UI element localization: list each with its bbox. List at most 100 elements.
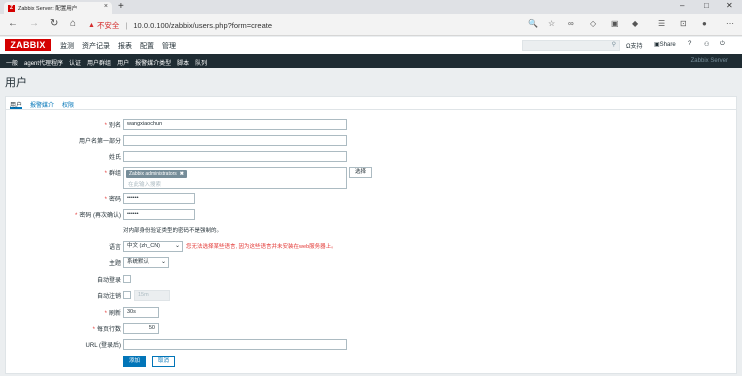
- back-icon[interactable]: ←: [8, 18, 18, 29]
- favorites-icon[interactable]: ☰: [658, 19, 665, 28]
- share-link[interactable]: ▣Share: [654, 41, 676, 48]
- more-icon[interactable]: ⋯: [726, 19, 734, 28]
- submenu-user-groups[interactable]: 用户群组: [87, 58, 111, 70]
- menu-configuration[interactable]: 配置: [140, 41, 154, 51]
- autologout-label: 自动注销: [96, 294, 121, 300]
- extension-color-icon[interactable]: ◆: [632, 19, 638, 28]
- password-input[interactable]: ••••••: [123, 193, 195, 204]
- reload-icon[interactable]: ↻: [50, 18, 58, 29]
- form-tabs: 用户 报警媒介 权限: [6, 97, 736, 110]
- favorite-star-icon[interactable]: ☆: [548, 19, 555, 28]
- zoom-icon[interactable]: 🔍: [528, 19, 538, 28]
- search-input[interactable]: ⚲: [522, 40, 620, 51]
- home-icon[interactable]: ⌂: [70, 18, 76, 29]
- submenu-proxies[interactable]: agent代理程序: [24, 58, 63, 70]
- name-input[interactable]: [123, 135, 347, 146]
- url-row: URL (登录后): [6, 339, 736, 350]
- menu-monitoring[interactable]: 监测: [60, 41, 74, 51]
- autologout-input[interactable]: 15m: [134, 290, 170, 301]
- tab-close-icon[interactable]: ×: [104, 3, 108, 10]
- submenu-authentication[interactable]: 认证: [69, 58, 81, 70]
- autologout-checkbox[interactable]: [123, 291, 131, 299]
- menu-administration[interactable]: 管理: [162, 41, 176, 51]
- language-select[interactable]: 中文 (zh_CN) ⌄: [123, 241, 183, 252]
- tab-user[interactable]: 用户: [10, 97, 23, 109]
- tab-title: Zabbix Server: 配置用户: [18, 6, 78, 12]
- submenu-queue[interactable]: 队列: [195, 58, 207, 70]
- rows-per-page-label: 每页行数: [96, 327, 121, 333]
- server-name: Zabbix Server: [690, 58, 728, 64]
- groups-label: 群组: [108, 171, 121, 177]
- chevron-down-icon: ⌄: [174, 243, 180, 249]
- menu-reports[interactable]: 报表: [118, 41, 132, 51]
- autologin-checkbox[interactable]: [123, 275, 131, 283]
- address-bar: ← → ↻ ⌂ ▲ 不安全 | 10.0.0.100/zabbix/users.…: [0, 14, 742, 36]
- form-buttons: 添加 取消: [6, 356, 736, 367]
- profile-icon[interactable]: ●: [702, 19, 707, 28]
- shield-icon[interactable]: ◇: [590, 19, 596, 28]
- not-secure-label: 不安全: [96, 20, 120, 30]
- password-row: * 密码 ••••••: [6, 193, 736, 204]
- name-label: 用户名第一部分: [78, 139, 121, 145]
- surname-row: 姓氏: [6, 151, 736, 162]
- menu-inventory[interactable]: 资产记录: [82, 41, 110, 51]
- rows-per-page-input[interactable]: 50: [123, 323, 159, 334]
- submenu-scripts[interactable]: 脚本: [177, 58, 189, 70]
- remove-chip-icon[interactable]: ✖: [180, 171, 184, 177]
- groups-search-placeholder[interactable]: 在此输入搜索: [128, 180, 161, 188]
- submenu-general[interactable]: 一般: [6, 58, 18, 70]
- groups-row: * 群组 Zabbix administrators ✖ 在此输入搜索 选择: [6, 167, 736, 189]
- language-row: 语言 中文 (zh_CN) ⌄ 您无法选择某些语言, 因为这些语言并未安装在web…: [6, 241, 736, 252]
- select-groups-button[interactable]: 选择: [349, 167, 373, 178]
- group-chip: Zabbix administrators ✖: [126, 170, 187, 178]
- window-close-icon[interactable]: ✕: [726, 1, 733, 10]
- sign-out-icon[interactable]: ⏻: [720, 41, 725, 48]
- theme-select[interactable]: 系统默认 ⌄: [123, 257, 169, 268]
- theme-row: 主题 系统默认 ⌄: [6, 257, 736, 268]
- url-text: 10.0.0.100/zabbix/users.php?form=create: [133, 20, 273, 30]
- surname-input[interactable]: [123, 151, 347, 162]
- tab-media[interactable]: 报警媒介: [30, 97, 54, 109]
- url-input[interactable]: [123, 339, 347, 350]
- zabbix-logo[interactable]: ZABBIX: [5, 39, 51, 51]
- submenu-media-types[interactable]: 报警媒介类型: [135, 58, 171, 70]
- new-tab-icon[interactable]: +: [118, 1, 124, 12]
- password-confirm-input[interactable]: ••••••: [123, 209, 195, 220]
- rows-per-page-row: * 每页行数 50: [6, 323, 736, 334]
- theme-label: 主题: [108, 261, 121, 267]
- autologout-row: 自动注销 15m: [6, 290, 736, 301]
- language-error: 您无法选择某些语言, 因为这些语言并未安装在web服务器上。: [186, 244, 337, 250]
- url-field[interactable]: ▲ 不安全 | 10.0.0.100/zabbix/users.php?form…: [88, 18, 272, 32]
- alias-input[interactable]: wangxiaochun: [123, 119, 347, 130]
- cancel-button[interactable]: 取消: [152, 356, 176, 367]
- alias-row: * 别名 wangxiaochun: [6, 119, 736, 130]
- refresh-label: 刷新: [108, 311, 121, 317]
- support-link[interactable]: Ω支持: [626, 41, 643, 50]
- minimize-icon[interactable]: –: [680, 1, 684, 10]
- help-link[interactable]: ?: [688, 41, 691, 47]
- sub-menu: 一般 agent代理程序 认证 用户群组 用户 报警媒介类型 脚本 队列 Zab…: [0, 54, 742, 70]
- groups-multiselect[interactable]: Zabbix administrators ✖ 在此输入搜索: [123, 167, 347, 189]
- autologin-label: 自动登录: [96, 278, 121, 284]
- chevron-down-icon: ⌄: [160, 259, 166, 265]
- language-label: 语言: [108, 245, 121, 251]
- zabbix-header: ZABBIX 监测 资产记录 报表 配置 管理 ⚲ Ω支持 ▣Share ? ⚇…: [0, 37, 742, 54]
- collections-icon[interactable]: ⊡: [680, 19, 687, 28]
- maximize-icon[interactable]: □: [704, 1, 709, 10]
- user-form-panel: 用户 报警媒介 权限 * 别名 wangxiaochun 用户名第一部分 姓氏 *…: [5, 96, 737, 374]
- refresh-input[interactable]: 30s: [123, 307, 159, 318]
- forward-icon[interactable]: →: [29, 18, 39, 29]
- tab-permissions[interactable]: 权限: [62, 97, 74, 109]
- add-button[interactable]: 添加: [123, 356, 147, 367]
- read-aloud-icon[interactable]: ∞: [568, 19, 574, 28]
- extension-icon[interactable]: ▣: [611, 19, 619, 28]
- main-menu: 监测 资产记录 报表 配置 管理: [60, 41, 176, 51]
- autologin-row: 自动登录: [6, 274, 736, 285]
- browser-tab[interactable]: Z Zabbix Server: 配置用户 ×: [4, 2, 112, 14]
- password-confirm-row: * 密码 (再次确认) ••••••: [6, 209, 736, 220]
- user-profile-icon[interactable]: ⚇: [704, 41, 709, 48]
- page-title: 用户: [5, 77, 27, 89]
- submenu-users[interactable]: 用户: [117, 58, 130, 70]
- password-confirm-label: 密码 (再次确认): [79, 213, 121, 219]
- zabbix-favicon-icon: Z: [8, 4, 15, 12]
